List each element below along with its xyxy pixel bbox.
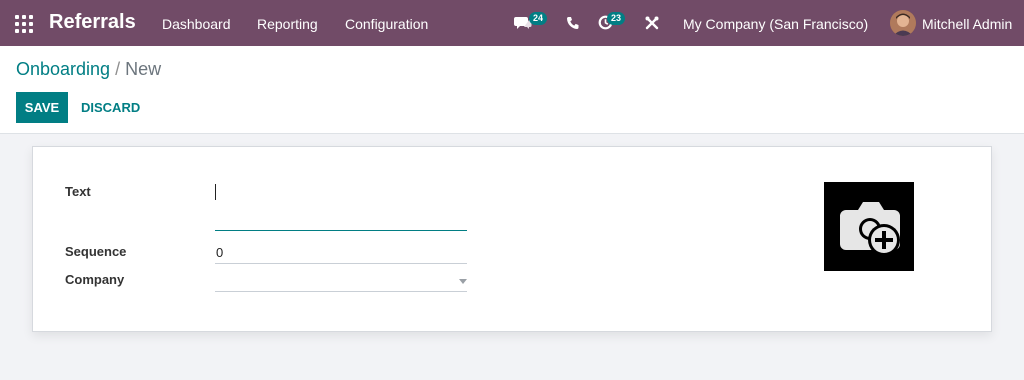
menu-dashboard[interactable]: Dashboard <box>162 16 231 32</box>
sequence-field[interactable] <box>215 241 467 264</box>
user-menu[interactable]: Mitchell Admin <box>922 16 1012 32</box>
company-switcher[interactable]: My Company (San Francisco) <box>683 16 868 32</box>
sequence-label: Sequence <box>65 244 127 259</box>
breadcrumb-current: New <box>125 59 162 79</box>
image-upload[interactable] <box>824 182 914 271</box>
menu-reporting[interactable]: Reporting <box>257 16 318 32</box>
text-label: Text <box>65 184 91 199</box>
activities-badge: 23 <box>607 12 626 25</box>
messages-badge: 24 <box>529 12 548 25</box>
company-label: Company <box>65 272 125 287</box>
text-cursor <box>215 184 216 200</box>
apps-grid-icon[interactable] <box>15 15 33 33</box>
tools-icon[interactable] <box>645 16 659 30</box>
breadcrumb: Onboarding / New <box>16 59 161 80</box>
user-avatar[interactable] <box>890 10 916 36</box>
text-field[interactable] <box>215 203 467 231</box>
breadcrumb-separator: / <box>110 59 126 79</box>
menu-configuration[interactable]: Configuration <box>345 16 428 32</box>
breadcrumb-parent[interactable]: Onboarding <box>16 59 110 79</box>
form-sheet: Text Sequence 0 Company <box>32 146 992 332</box>
top-navbar: Referrals Dashboard Reporting Configurat… <box>0 0 1024 46</box>
app-title[interactable]: Referrals <box>49 11 136 34</box>
save-button[interactable]: SAVE <box>16 92 68 123</box>
company-field[interactable] <box>215 269 467 292</box>
control-panel: Onboarding / New SAVE DISCARD <box>0 46 1024 134</box>
chevron-down-icon[interactable] <box>459 279 467 284</box>
discard-button[interactable]: DISCARD <box>72 92 149 123</box>
phone-icon[interactable] <box>566 16 579 30</box>
camera-plus-icon <box>840 202 900 256</box>
